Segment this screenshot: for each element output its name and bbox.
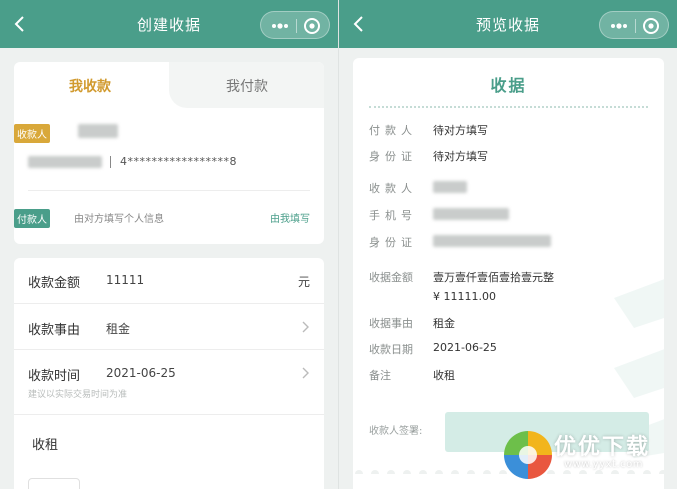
time-label: 收款时间 [28,369,81,384]
reason-label: 收据事由 [369,317,413,330]
payer-value: 待对方填写 [433,124,488,137]
logo-icon [504,431,552,479]
reason-value: 租金 [433,317,455,330]
remark-label: 备注 [369,369,391,382]
phone-label: 手机号 [369,209,417,222]
date-label: 收款日期 [369,343,413,356]
reason-label: 收款事由 [28,323,81,338]
payee-tag: 收款人 [14,124,50,143]
bank-name-redacted [28,156,102,168]
self-fill-link[interactable]: 由我填写 [270,210,310,225]
receipt-title: 收据 [490,76,527,95]
payer-id-label: 身份证 [369,150,417,163]
attachment-button[interactable] [28,478,80,489]
time-picker[interactable]: 2021-06-25 [106,366,176,380]
capsule-divider [635,19,636,33]
close-circle-icon[interactable] [642,17,660,35]
site-logo: 优优下载 www.yyxt.com [500,425,677,489]
nav-bar: 创建收据 [0,0,338,48]
create-receipt-panel: 创建收据 我收款 我付款 收款人 4*****************8 付款人… [0,0,338,489]
capsule-divider [296,19,297,33]
preview-receipt-panel: 预览收据 收据 付款人 待对方填写 身份证 待对方填写 收款人 手机号 身份证 … [339,0,677,489]
payer-tag: 付款人 [14,209,50,228]
payee-name-redacted [78,124,118,138]
tab-receive[interactable]: 我收款 [69,76,111,96]
more-dots-icon[interactable] [269,18,291,34]
dotted-divider [369,106,648,108]
account-separator [110,156,111,168]
mini-program-capsule [599,11,669,39]
signature-label: 收款人签署: [369,426,423,437]
chevron-right-icon[interactable] [302,367,310,379]
reason-select[interactable]: 租金 [106,320,130,337]
payee-label: 收款人 [369,182,417,195]
date-value: 2021-06-25 [433,341,497,354]
form-divider [14,303,324,304]
note-field[interactable]: 收租 [32,434,58,453]
payer-label: 付款人 [369,124,417,137]
remark-value: 收租 [433,369,455,382]
card-divider [28,190,310,191]
amount-unit: 元 [298,275,311,289]
chevron-right-icon[interactable] [302,321,310,333]
payer-id-value: 待对方填写 [433,150,488,163]
amount-number: ¥ 11111.00 [433,290,496,303]
close-circle-icon[interactable] [303,17,321,35]
tab-pay[interactable]: 我付款 [226,76,268,96]
amount-input[interactable]: 11111 [106,273,144,287]
amount-uppercase: 壹万壹仟壹佰壹拾壹元整 [433,271,554,284]
amount-label: 收款金额 [28,276,81,291]
payee-id-label: 身份证 [369,236,417,249]
payee-name-redacted [433,181,467,193]
time-hint: 建议以实际交易时间为准 [28,390,128,400]
more-dots-icon[interactable] [608,18,630,34]
form-divider [14,349,324,350]
payee-id-redacted [433,235,551,247]
account-number: 4*****************8 [120,155,237,168]
payer-description: 由对方填写个人信息 [74,214,164,225]
logo-name: 优优下载 [554,435,651,460]
form-divider [14,414,324,415]
mini-program-capsule [260,11,330,39]
nav-bar: 预览收据 [339,0,677,48]
amount-label: 收据金额 [369,271,413,284]
logo-url: www.yyxt.com [564,459,644,470]
phone-redacted [433,208,509,220]
